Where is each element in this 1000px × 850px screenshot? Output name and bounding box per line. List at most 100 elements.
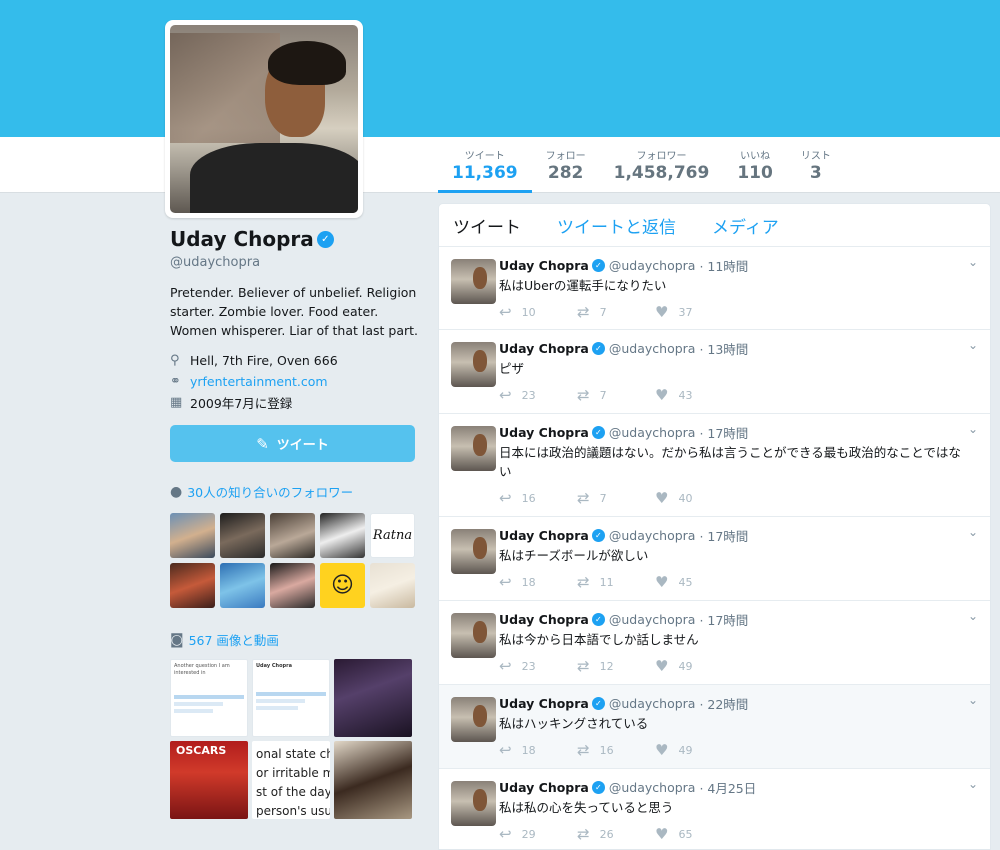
tweet-author-name[interactable]: Uday Chopra — [499, 612, 589, 627]
like-action[interactable]: ♥ 40 — [655, 489, 733, 507]
follower-avatar[interactable] — [170, 513, 215, 558]
tweet-text: 私はチーズボールが欲しい — [499, 548, 649, 563]
follower-avatar[interactable] — [170, 563, 215, 608]
profile-name[interactable]: Uday Chopra — [170, 227, 314, 251]
like-action[interactable]: ♥ 49 — [655, 741, 733, 759]
media-title[interactable]: ◙ 567 画像と動画 — [170, 630, 420, 649]
chevron-down-icon[interactable]: ⌄ — [968, 338, 978, 352]
tweet-timestamp[interactable]: · 4月25日 — [699, 778, 756, 797]
reply-action[interactable]: ↩ 29 — [499, 825, 577, 843]
tab-tweets-and-replies[interactable]: ツイートと返信 — [557, 213, 676, 238]
media-thumbnail[interactable] — [334, 741, 412, 819]
retweet-action[interactable]: ⇄ 12 — [577, 657, 655, 675]
followers-title[interactable]: ● 30人の知り合いのフォロワー — [170, 482, 420, 501]
chevron-down-icon[interactable]: ⌄ — [968, 777, 978, 791]
stat-label: ツイート — [464, 151, 505, 162]
follower-avatar[interactable] — [220, 513, 265, 558]
tweet-timestamp[interactable]: · 17時間 — [699, 610, 748, 629]
tweet-author-name[interactable]: Uday Chopra — [499, 696, 589, 711]
tweet[interactable]: ⌄ Uday Chopra ✓ @udaychopra · 13時間 ピザ ↩ 23 ⇄ 7… — [439, 330, 990, 414]
retweet-action[interactable]: ⇄ 7 — [577, 386, 655, 404]
tweet-author-handle[interactable]: @udaychopra — [609, 258, 696, 273]
stat-lists[interactable]: リスト 3 — [787, 137, 845, 193]
tweet[interactable]: ⌄ Uday Chopra ✓ @udaychopra · 11時間 私はUberの運… — [439, 247, 990, 330]
tweet[interactable]: ⌄ Uday Chopra ✓ @udaychopra · 17時間 私はチーズボール… — [439, 517, 990, 601]
profile-handle[interactable]: @udaychopra — [170, 255, 420, 270]
tweet[interactable]: ⌄ Uday Chopra ✓ @udaychopra · 17時間 日本には政治的議… — [439, 414, 990, 517]
tweet-author-handle[interactable]: @udaychopra — [609, 341, 696, 356]
like-count: 45 — [678, 575, 693, 589]
media-thumbnail[interactable]: OSCARS — [170, 741, 248, 819]
chevron-down-icon[interactable]: ⌄ — [968, 422, 978, 436]
tweet-timestamp[interactable]: · 17時間 — [699, 526, 748, 545]
tweet-avatar[interactable] — [451, 529, 496, 574]
retweet-action[interactable]: ⇄ 16 — [577, 741, 655, 759]
tweet-author-handle[interactable]: @udaychopra — [609, 528, 696, 543]
follower-avatar[interactable] — [270, 513, 315, 558]
media-thumbnail[interactable]: onal state chara or irritable moo st of … — [252, 741, 330, 819]
follower-avatar[interactable] — [220, 563, 265, 608]
tweet-avatar[interactable] — [451, 697, 496, 742]
media-snippet: onal state chara — [256, 747, 330, 761]
tweet[interactable]: ⌄ Uday Chopra ✓ @udaychopra · 22時間 私はハッキングさ… — [439, 685, 990, 769]
tweet-avatar[interactable] — [451, 426, 496, 471]
retweet-action[interactable]: ⇄ 7 — [577, 303, 655, 321]
tweet-author-handle[interactable]: @udaychopra — [609, 696, 696, 711]
follower-avatar[interactable]: Ratna — [370, 513, 415, 558]
reply-action[interactable]: ↩ 18 — [499, 741, 577, 759]
tweet[interactable]: ⌄ Uday Chopra ✓ @udaychopra · 4月25日 私は私の心を失… — [439, 769, 990, 849]
follower-avatar[interactable] — [320, 513, 365, 558]
website-link[interactable]: yrfentertainment.com — [190, 374, 328, 389]
retweet-action[interactable]: ⇄ 7 — [577, 489, 655, 507]
reply-action[interactable]: ↩ 23 — [499, 386, 577, 404]
tweet-timestamp[interactable]: · 17時間 — [699, 423, 748, 442]
tweet-to-button[interactable]: ✎ ツイート — [170, 425, 415, 462]
follower-avatar[interactable] — [270, 563, 315, 608]
tweet-author-name[interactable]: Uday Chopra — [499, 780, 589, 795]
profile-avatar[interactable] — [165, 20, 363, 218]
retweet-action[interactable]: ⇄ 11 — [577, 573, 655, 591]
tweet-author-name[interactable]: Uday Chopra — [499, 528, 589, 543]
stat-tweets[interactable]: ツイート 11,369 — [438, 137, 532, 193]
stat-likes[interactable]: いいね 110 — [723, 137, 787, 193]
chevron-down-icon[interactable]: ⌄ — [968, 525, 978, 539]
tweet-author-name[interactable]: Uday Chopra — [499, 258, 589, 273]
reply-action[interactable]: ↩ 10 — [499, 303, 577, 321]
like-action[interactable]: ♥ 49 — [655, 657, 733, 675]
tweet-avatar[interactable] — [451, 613, 496, 658]
reply-action[interactable]: ↩ 16 — [499, 489, 577, 507]
tweet[interactable]: ⌄ Uday Chopra ✓ @udaychopra · 17時間 私は今から日本語… — [439, 601, 990, 685]
stat-followers[interactable]: フォロワー 1,458,769 — [600, 137, 724, 193]
tweet-timestamp[interactable]: · 11時間 — [699, 256, 748, 275]
profile-joined: ▦ 2009年7月に登録 — [170, 392, 420, 413]
chevron-down-icon[interactable]: ⌄ — [968, 693, 978, 707]
tweet-author-handle[interactable]: @udaychopra — [609, 612, 696, 627]
tweet-avatar[interactable] — [451, 342, 496, 387]
stat-following[interactable]: フォロー 282 — [532, 137, 600, 193]
tweet-author-handle[interactable]: @udaychopra — [609, 780, 696, 795]
like-action[interactable]: ♥ 65 — [655, 825, 733, 843]
follower-avatar[interactable] — [370, 563, 415, 608]
media-thumbnail[interactable]: Uday Chopra — [252, 659, 330, 737]
chevron-down-icon[interactable]: ⌄ — [968, 609, 978, 623]
tab-media[interactable]: メディア — [712, 213, 779, 238]
chevron-down-icon[interactable]: ⌄ — [968, 255, 978, 269]
media-thumbnail[interactable]: Another question I am interested in — [170, 659, 248, 737]
tweet-author-name[interactable]: Uday Chopra — [499, 341, 589, 356]
reply-count: 23 — [521, 388, 536, 402]
tweet-author-handle[interactable]: @udaychopra — [609, 425, 696, 440]
like-action[interactable]: ♥ 37 — [655, 303, 733, 321]
tweet-avatar[interactable] — [451, 781, 496, 826]
like-action[interactable]: ♥ 45 — [655, 573, 733, 591]
tab-tweets[interactable]: ツイート — [453, 213, 521, 238]
follower-avatar[interactable]: ☺ — [320, 563, 365, 608]
media-thumbnail[interactable] — [334, 659, 412, 737]
tweet-timestamp[interactable]: · 13時間 — [699, 339, 748, 358]
like-action[interactable]: ♥ 43 — [655, 386, 733, 404]
reply-action[interactable]: ↩ 18 — [499, 573, 577, 591]
tweet-author-name[interactable]: Uday Chopra — [499, 425, 589, 440]
tweet-avatar[interactable] — [451, 259, 496, 304]
reply-action[interactable]: ↩ 23 — [499, 657, 577, 675]
retweet-action[interactable]: ⇄ 26 — [577, 825, 655, 843]
tweet-timestamp[interactable]: · 22時間 — [699, 694, 748, 713]
